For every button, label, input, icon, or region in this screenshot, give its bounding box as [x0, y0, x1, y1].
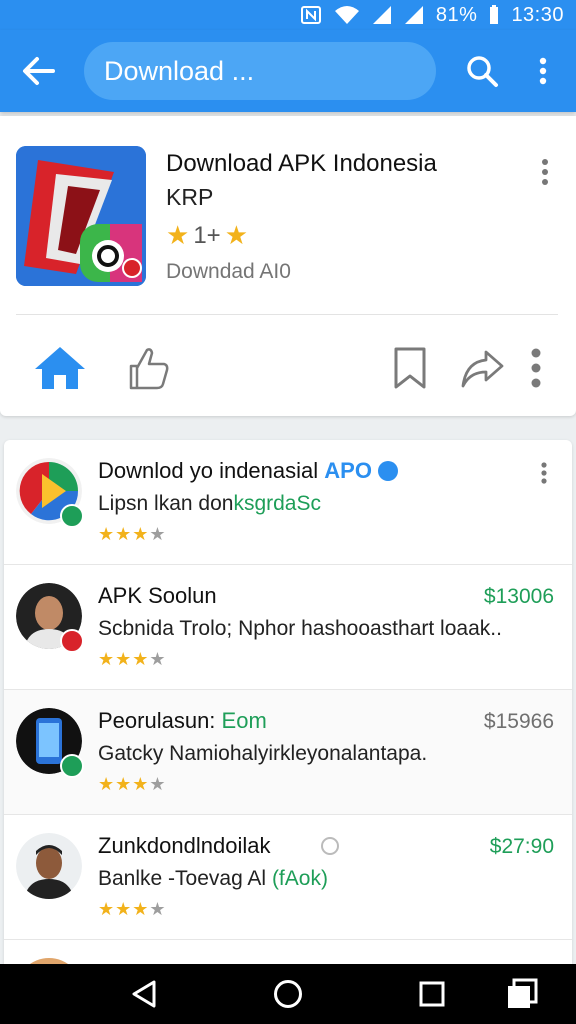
badge-icon — [60, 629, 84, 653]
list-item-description: Gatcky Namiohalyirkleyonalantapa. — [98, 742, 428, 765]
share-button[interactable] — [454, 342, 510, 394]
verified-badge-icon — [60, 504, 84, 528]
battery-text: 81% — [435, 3, 478, 26]
nav-recents-button[interactable] — [410, 974, 454, 1014]
status-bar: 81% 13:30 — [0, 0, 576, 30]
list-item-title: Peorulasun: Eom — [98, 708, 267, 733]
list-item-description: Banlke -Toevag Al (fAok) — [98, 867, 328, 890]
search-button[interactable] — [462, 51, 502, 91]
multi-window-icon — [508, 978, 538, 1008]
list-item-title: Zunkdondlndoilak — [98, 833, 339, 859]
app-title: Download APK Indonesia — [166, 150, 437, 177]
related-apps-list: Downlod yo indenasial APO Lipsn lkan don… — [4, 440, 572, 964]
list-item-description: Scbnida Trolo; Nphor hashooasthart loaak… — [98, 617, 502, 640]
circle-home-icon — [274, 980, 302, 1008]
more-vertical-icon — [539, 57, 547, 85]
like-button[interactable] — [120, 342, 176, 394]
more-vertical-icon — [542, 159, 548, 185]
nav-back-button[interactable] — [122, 974, 166, 1014]
list-item[interactable]: Zunkdondlndoilak Banlke -Toevag Al (fAok… — [4, 815, 572, 940]
badge-icon — [60, 754, 84, 778]
battery-icon — [489, 5, 499, 25]
bookmark-button[interactable] — [382, 342, 438, 394]
list-item[interactable] — [4, 940, 572, 964]
action-row — [0, 338, 576, 398]
rating-stars: ★★★★ — [98, 524, 167, 544]
share-icon — [461, 350, 504, 388]
app-developer[interactable]: KRP — [166, 184, 213, 211]
price: $27:90 — [489, 835, 554, 858]
list-item[interactable]: APK Soolun Scbnida Trolo; Nphor hashooas… — [4, 565, 572, 690]
back-button[interactable] — [18, 51, 58, 91]
signal-icon — [372, 5, 392, 25]
search-field[interactable]: Download ... — [84, 42, 436, 100]
signal-icon — [404, 5, 424, 25]
list-item[interactable]: Peorulasun: Eom Gatcky Namiohalyirkleyon… — [4, 690, 572, 815]
info-icon — [378, 461, 399, 481]
price: $15966 — [483, 710, 554, 733]
home-icon — [35, 347, 85, 389]
app-icon[interactable] — [16, 146, 146, 286]
thumb-up-icon — [129, 348, 169, 390]
avatar — [16, 833, 82, 899]
price: $13006 — [483, 585, 554, 608]
home-button[interactable] — [32, 342, 88, 394]
more-vertical-icon — [531, 348, 541, 388]
nav-home-button[interactable] — [266, 974, 310, 1014]
list-item-overflow-button[interactable] — [534, 458, 554, 488]
app-detail-card: Download APK Indonesia KRP ★ 1+ ★ Downda… — [0, 116, 576, 416]
star-icon: ★ — [224, 220, 248, 250]
card-overflow-button[interactable] — [532, 152, 558, 192]
square-recents-icon — [419, 981, 445, 1007]
rating-stars: ★★★★ — [98, 774, 167, 794]
search-icon — [467, 56, 498, 87]
app-rating: ★ 1+ ★ — [166, 220, 248, 251]
system-nav-bar — [0, 964, 576, 1024]
star-icon: ★ — [166, 220, 190, 250]
list-item-title: APK Soolun — [98, 583, 217, 608]
rating-stars: ★★★★ — [98, 899, 167, 919]
list-item-description: Lipsn lkan donksgrdaSc — [98, 492, 321, 515]
rating-stars: ★★★★ — [98, 649, 167, 669]
search-field-text: Download ... — [104, 55, 255, 86]
app-bar: Download ... — [0, 30, 576, 112]
arrow-left-icon — [23, 57, 55, 85]
list-item-title: Downlod yo indenasial APO — [98, 458, 399, 484]
bookmark-icon — [394, 347, 426, 389]
nfc-icon — [300, 5, 322, 25]
wifi-icon — [334, 5, 360, 25]
divider — [16, 314, 558, 315]
status-dot-icon — [320, 837, 339, 855]
clock-text: 13:30 — [511, 3, 564, 26]
more-vertical-icon — [541, 462, 547, 484]
app-rating-text: 1+ — [193, 221, 221, 249]
app-meta: Downdad AI0 — [166, 260, 291, 283]
nav-multiwindow-button[interactable] — [500, 974, 544, 1014]
list-item[interactable]: Downlod yo indenasial APO Lipsn lkan don… — [4, 440, 572, 565]
more-actions-button[interactable] — [508, 342, 564, 394]
overflow-menu-button[interactable] — [528, 51, 558, 91]
triangle-back-icon — [132, 980, 156, 1008]
